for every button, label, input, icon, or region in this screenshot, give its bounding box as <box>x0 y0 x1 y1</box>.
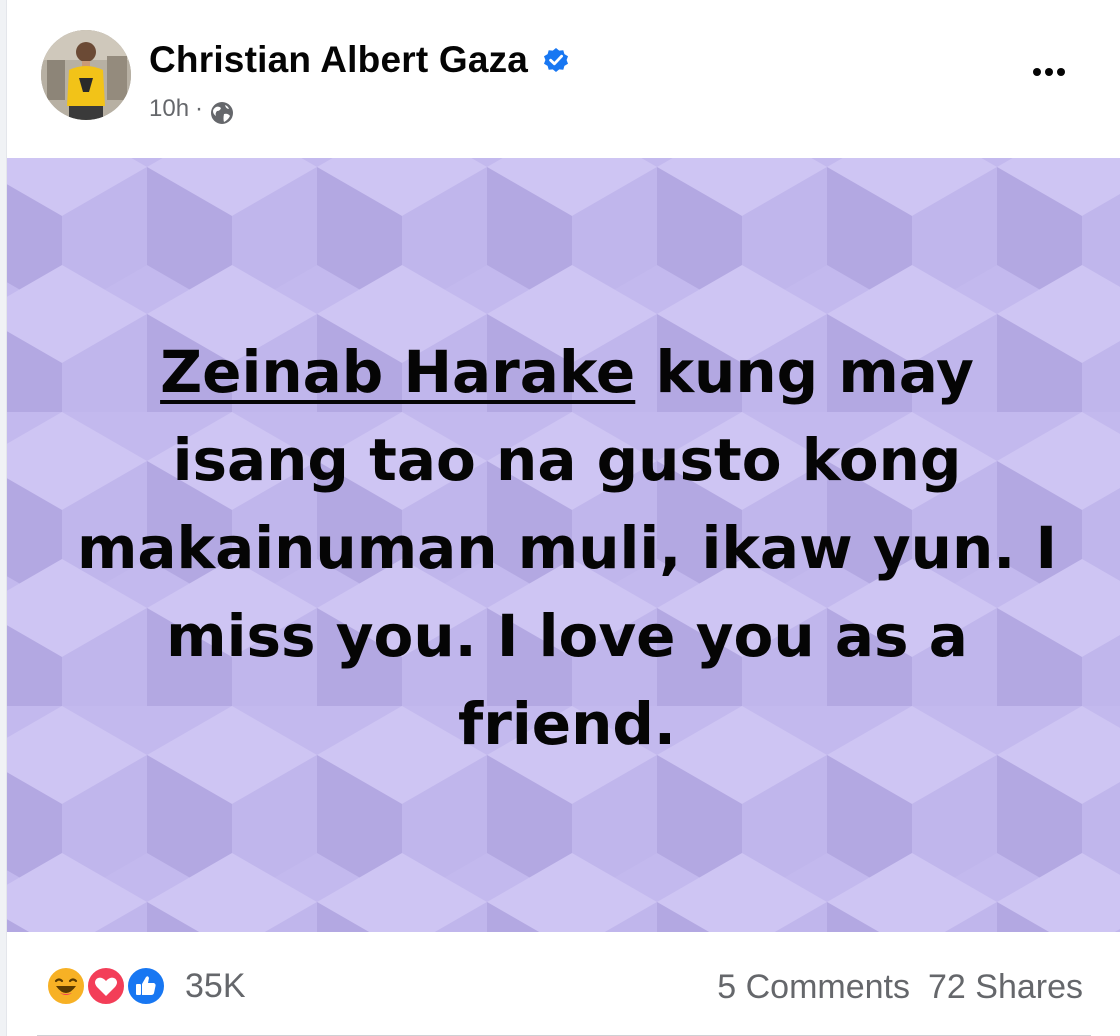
mention-link[interactable]: Zeinab Harake <box>160 338 635 406</box>
like-icon <box>125 965 167 1007</box>
globe-icon[interactable] <box>209 100 235 126</box>
avatar-photo <box>41 30 131 120</box>
post-background: Zeinab Harake kung may isang tao na gust… <box>7 158 1120 932</box>
shares-count-link[interactable]: 72 Shares <box>928 968 1083 1007</box>
facebook-post: Christian Albert Gaza 10h · Zeinab Harak… <box>6 0 1120 1036</box>
love-icon <box>85 965 127 1007</box>
author-row: Christian Albert Gaza <box>149 38 570 82</box>
post-text: Zeinab Harake kung may isang tao na gust… <box>67 328 1067 768</box>
comments-count-link[interactable]: 5 Comments <box>717 968 910 1007</box>
post-timestamp[interactable]: 10h <box>149 95 189 123</box>
verified-badge-icon <box>542 46 570 74</box>
more-options-icon[interactable] <box>1027 54 1071 90</box>
meta-separator: · <box>195 95 204 122</box>
reactions-summary[interactable]: 35K <box>45 965 246 1007</box>
post-footer: 35K 5 Comments 72 Shares <box>7 932 1120 1036</box>
haha-icon <box>45 965 87 1007</box>
avatar[interactable] <box>41 30 131 120</box>
post-meta: 10h · <box>149 92 235 126</box>
author-name[interactable]: Christian Albert Gaza <box>149 39 528 81</box>
engagement-counts: 5 Comments 72 Shares <box>717 968 1083 1007</box>
reaction-count: 35K <box>185 966 246 1005</box>
post-header: Christian Albert Gaza 10h · <box>7 0 1120 158</box>
reaction-icons <box>45 965 173 1007</box>
